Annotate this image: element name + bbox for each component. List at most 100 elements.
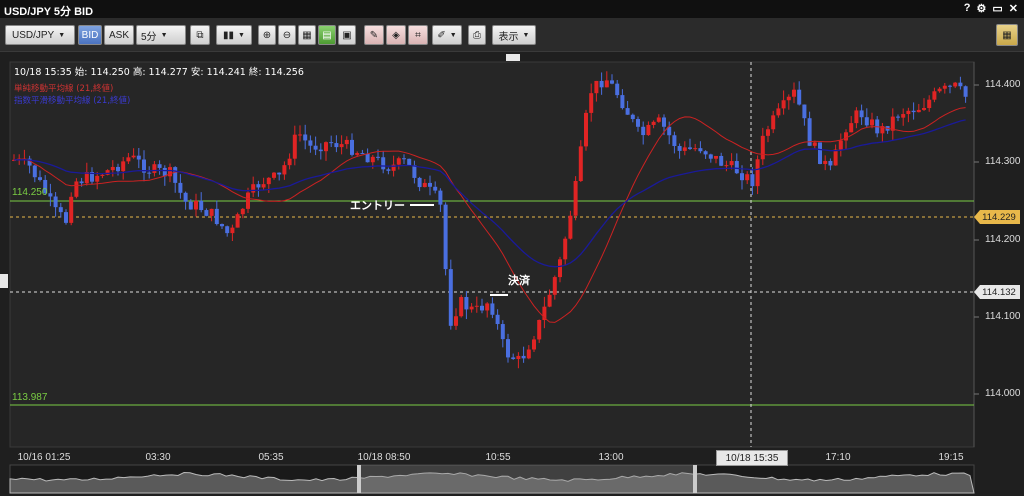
candle-body: [308, 140, 313, 146]
timeframe-select[interactable]: 5分: [136, 25, 186, 45]
candle-body: [864, 117, 869, 126]
x-tick-label: 19:15: [938, 452, 964, 463]
x-tick-label: 05:35: [258, 452, 284, 463]
candle-body: [521, 355, 526, 359]
candle-body: [370, 156, 375, 163]
order-icon[interactable]: ✎: [364, 25, 384, 45]
x-tick-label: 10/16 01:25: [17, 452, 71, 463]
candle-body: [911, 110, 916, 113]
candle-body: [173, 167, 178, 183]
top-collapse-handle[interactable]: [506, 54, 520, 61]
candle-body: [121, 161, 126, 172]
zoom-in-icon[interactable]: ⊕: [258, 25, 276, 45]
candle-body: [714, 155, 718, 159]
candle-body: [708, 154, 713, 159]
navigator-window[interactable]: [359, 465, 695, 493]
candle-body: [126, 157, 131, 162]
candle-body: [329, 142, 334, 144]
sma-legend: 単純移動平均線 (21,終値): [14, 84, 114, 94]
candle-body: [344, 139, 349, 145]
candle-body: [532, 339, 536, 350]
candle-body: [568, 215, 573, 239]
candle-body: [58, 207, 63, 213]
candle-body: [937, 88, 942, 92]
side-collapse-handle[interactable]: [0, 274, 8, 288]
candle-body: [599, 80, 604, 88]
navigator-handle-right[interactable]: [693, 465, 697, 493]
candle-body: [313, 145, 318, 150]
candle-body: [833, 149, 838, 166]
candle-body: [438, 190, 443, 205]
chart-type-icon[interactable]: ▮▮: [216, 25, 252, 45]
hline-upper-label: 114.250: [12, 187, 48, 198]
candle-body: [116, 166, 120, 172]
indicator-icon[interactable]: ⌗: [408, 25, 428, 45]
candle-body: [849, 123, 854, 133]
candle-body: [454, 316, 458, 326]
crosshair-time-tag: 10/18 15:35: [716, 450, 788, 466]
fullscreen-icon[interactable]: ▦: [996, 24, 1018, 46]
candle-body: [422, 182, 427, 188]
candle-body: [480, 305, 484, 311]
grid-icon[interactable]: ▦: [298, 25, 316, 45]
candle-body: [287, 158, 292, 166]
layout-icon[interactable]: ▤: [318, 25, 336, 45]
candle-body: [745, 174, 750, 181]
candle-body: [303, 134, 308, 141]
bid-button[interactable]: BID: [78, 25, 102, 45]
candle-body: [147, 172, 152, 174]
candle-body: [594, 80, 599, 94]
candle-body: [110, 166, 115, 171]
price-chart[interactable]: 10/18 15:35 始: 114.250 高: 114.277 安: 114…: [0, 52, 1024, 496]
candle-body: [282, 165, 287, 175]
candle-body: [183, 192, 188, 202]
restore-icon[interactable]: ▭: [992, 2, 1002, 15]
link-icon[interactable]: ⧉: [190, 25, 210, 45]
ask-button[interactable]: ASK: [104, 25, 134, 45]
candle-body: [178, 182, 183, 193]
candle-body: [792, 89, 796, 97]
candle-body: [214, 208, 219, 225]
display-menu[interactable]: 表示: [492, 25, 536, 45]
close-icon[interactable]: ✕: [1009, 2, 1018, 15]
current-price-tag: 114.229: [982, 212, 1016, 223]
candle-body: [448, 269, 453, 326]
candle-body: [261, 184, 266, 188]
candle-body: [786, 96, 791, 101]
candle-body: [38, 177, 42, 180]
candle-body: [604, 80, 609, 88]
window-icon[interactable]: ▣: [338, 25, 356, 45]
symbol-select[interactable]: USD/JPY: [5, 25, 75, 45]
screenshot-icon[interactable]: ⎙: [468, 25, 486, 45]
cube-icon[interactable]: ◈: [386, 25, 406, 45]
candle-body: [812, 142, 817, 146]
x-tick-label: 17:10: [825, 452, 851, 463]
plot-area: [9, 61, 975, 448]
candle-body: [693, 148, 698, 150]
candle-body: [584, 112, 588, 147]
candle-body: [188, 201, 193, 210]
navigator-handle-left[interactable]: [357, 465, 361, 493]
candle-body: [469, 306, 474, 310]
candle-body: [927, 99, 932, 109]
candle-body: [906, 110, 911, 115]
x-tick-label: 03:30: [145, 452, 171, 463]
zoom-out-icon[interactable]: ⊖: [278, 25, 296, 45]
y-tick-label: 114.400: [985, 79, 1021, 90]
candle-body: [100, 174, 105, 176]
candle-body: [230, 227, 235, 234]
candle-body: [916, 109, 921, 113]
candle-body: [958, 82, 963, 87]
candle-body: [69, 196, 74, 223]
candle-body: [932, 91, 937, 100]
draw-tool-icon[interactable]: ✐: [432, 25, 462, 45]
candle-body: [823, 160, 828, 164]
candle-body: [433, 186, 438, 191]
candle-body: [870, 119, 874, 126]
candle-body: [573, 181, 578, 216]
hline-lower-label: 113.987: [12, 392, 48, 403]
candle-body: [724, 165, 729, 167]
help-icon[interactable]: ?: [964, 2, 971, 15]
candle-body: [630, 114, 635, 120]
settings-icon[interactable]: ⚙: [977, 2, 987, 15]
